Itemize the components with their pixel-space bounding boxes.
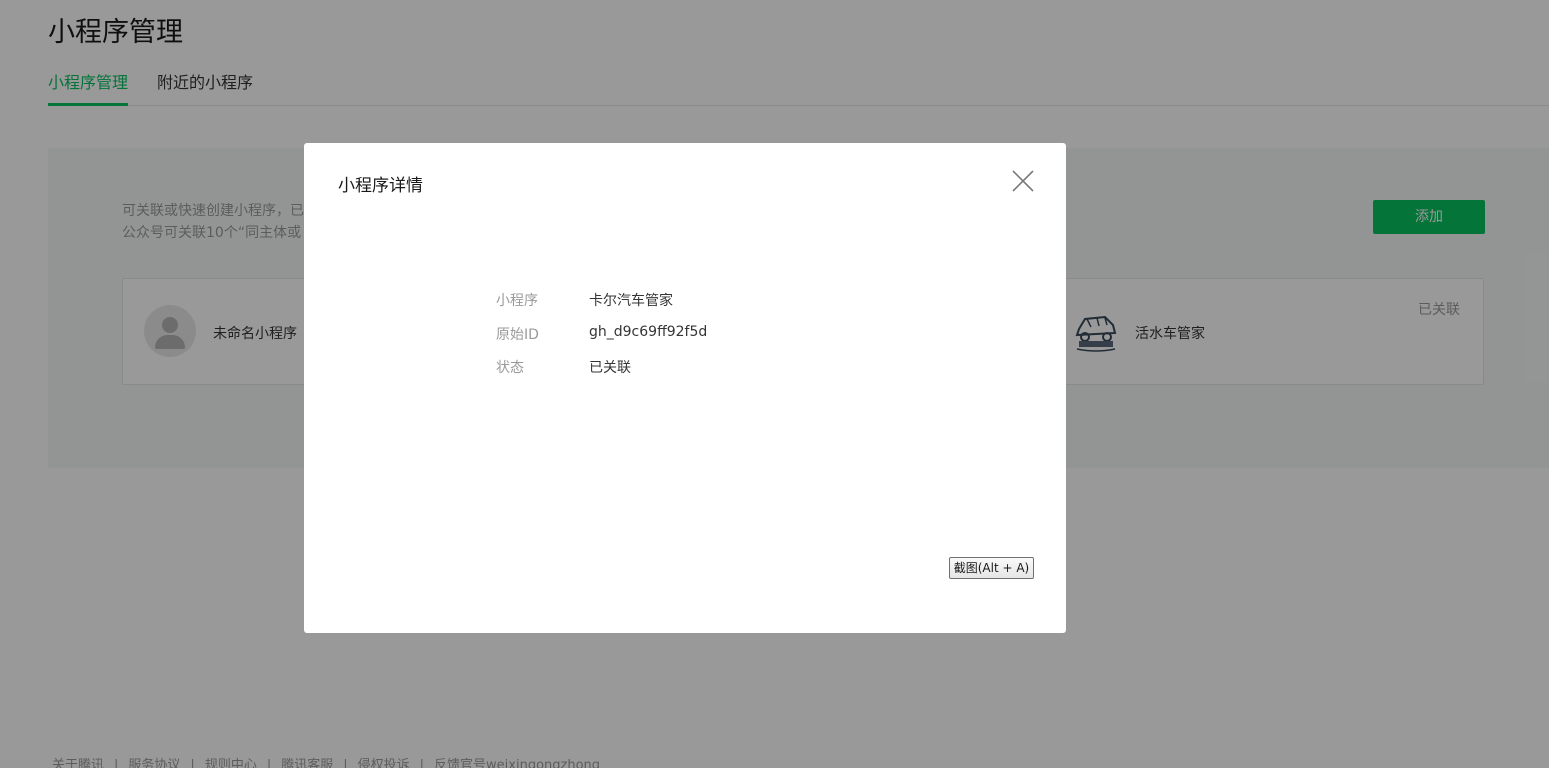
dialog-title: 小程序详情 — [338, 176, 423, 196]
detail-label-status: 状态 — [496, 360, 524, 376]
detail-value-original-id: gh_d9c69ff92f5d — [589, 324, 708, 340]
detail-value-status: 已关联 — [589, 360, 631, 376]
close-icon[interactable] — [1010, 168, 1036, 194]
detail-value-name: 卡尔汽车管家 — [589, 293, 673, 309]
mini-program-detail-dialog: 小程序详情 小程序 卡尔汽车管家 原始ID gh_d9c69ff92f5d 状态… — [304, 143, 1066, 633]
detail-label-name: 小程序 — [496, 293, 538, 309]
screenshot-button[interactable]: 截图(Alt + A) — [949, 557, 1034, 579]
detail-label-original-id: 原始ID — [496, 327, 539, 343]
